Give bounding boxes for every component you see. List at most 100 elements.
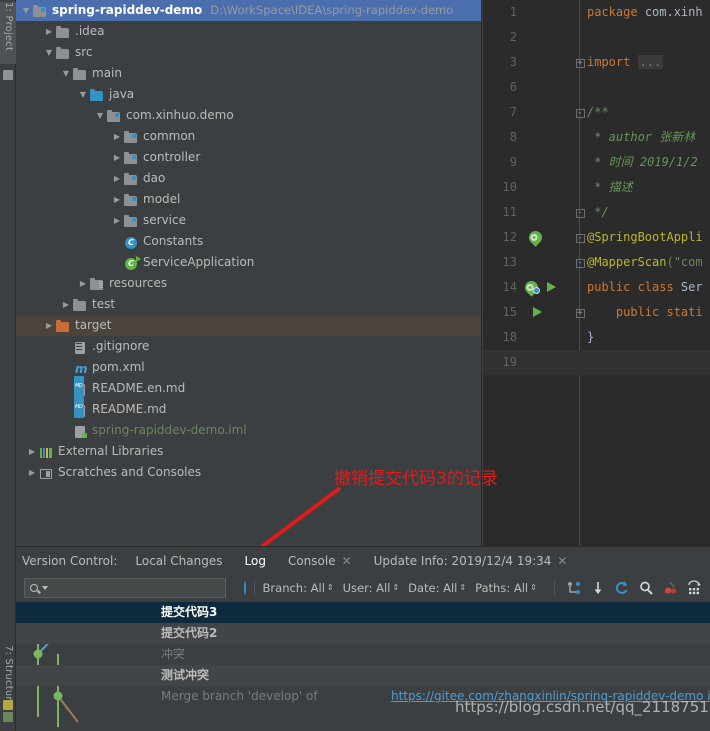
line-number: 9 [509, 155, 517, 169]
fold-toggle-icon[interactable]: + [575, 58, 585, 68]
fold-toggle-icon[interactable]: - [575, 258, 585, 268]
code-token: package [587, 5, 638, 19]
commit-row-partial[interactable] [16, 707, 710, 728]
fold-column: + [573, 50, 587, 75]
tree-row-gitignore[interactable]: · .gitignore [16, 336, 481, 357]
tab-log[interactable]: Log [245, 554, 266, 568]
code-token: public stati [587, 305, 703, 319]
tool-tab-project[interactable]: 1: Project [0, 2, 16, 64]
spacer: · [111, 252, 123, 273]
filter-paths[interactable]: Paths: All ⇕ [475, 581, 537, 595]
tree-row-dao[interactable]: ▶ dao [16, 168, 481, 189]
chevron-right-icon[interactable]: ▶ [43, 315, 55, 336]
tree-row-idea[interactable]: ▶ .idea [16, 21, 481, 42]
commit-row[interactable]: 提交代码2 [16, 623, 710, 644]
chevron-down-icon[interactable]: ▼ [77, 84, 89, 105]
chevron-right-icon[interactable]: ▶ [111, 168, 123, 189]
commit-link[interactable]: https://gitee.com/zhangxinlin/spring-rap… [391, 686, 710, 707]
filter-user[interactable]: User: All ⇕ [343, 581, 400, 595]
tree-row-com-xinhuo-demo[interactable]: ▼ com.xinhuo.demo [16, 105, 481, 126]
tab-update-info[interactable]: Update Info: 2019/12/4 19:34 ✕ [374, 554, 568, 568]
editor-line-10: 10 * 描述 [483, 175, 710, 200]
chevron-right-icon[interactable]: ▶ [77, 273, 89, 294]
run-icon[interactable] [533, 307, 542, 317]
chevron-down-icon[interactable] [42, 586, 48, 590]
tree-row-readme-en-md[interactable]: · README.en.md [16, 375, 481, 399]
filter-branch[interactable]: Branch: All ⇕ [263, 581, 334, 595]
fetch-down-arrow-icon[interactable] [590, 580, 606, 596]
line-number: 15 [502, 305, 517, 319]
chevron-down-icon[interactable]: ▼ [43, 42, 55, 63]
fold-toggle-icon[interactable]: - [575, 233, 585, 243]
left-tool-strip: 1: Project 7: Structure [0, 0, 16, 731]
search-icon[interactable] [638, 580, 654, 596]
class-marker-icon [533, 287, 540, 294]
search-input[interactable] [24, 578, 226, 598]
build-icon[interactable] [3, 700, 13, 710]
fold-column: - [573, 200, 587, 225]
chevron-right-icon[interactable]: ▶ [26, 441, 38, 462]
tree-row-target[interactable]: ▶ target [16, 315, 481, 336]
tree-row-java[interactable]: ▼ java [16, 84, 481, 105]
fold-toggle-icon[interactable]: + [575, 308, 585, 318]
commit-row[interactable]: 冲突 [16, 644, 710, 665]
vcs-tab-bar: Version Control: Local Changes Log Conso… [16, 547, 710, 574]
chevron-down-icon[interactable]: ▼ [20, 0, 32, 21]
commit-link-anchor[interactable]: https://gitee.com/zhangxinlin/spring-rap… [391, 689, 710, 703]
tree-row-test[interactable]: ▶ test [16, 294, 481, 315]
refresh-icon[interactable] [614, 580, 630, 596]
chevron-right-icon[interactable]: ▶ [111, 147, 123, 168]
chevron-right-icon[interactable]: ▶ [60, 294, 72, 315]
git-log-list[interactable]: 提交代码3 提交代码2 冲突 测试冲突 Merge branch 'develop' o… [16, 602, 710, 731]
close-icon[interactable]: ✕ [557, 554, 567, 568]
gutter-icons [521, 150, 571, 175]
chevron-right-icon[interactable]: ▶ [111, 189, 123, 210]
folder-orange [55, 319, 71, 333]
commit-row[interactable]: 提交代码3 [16, 602, 710, 623]
chevron-down-icon[interactable]: ▼ [94, 105, 106, 126]
search-text-field[interactable] [50, 582, 220, 594]
commit-row[interactable]: 测试冲突 [16, 665, 710, 686]
chevron-right-icon[interactable]: ▶ [26, 462, 38, 483]
show-details-icon[interactable] [686, 580, 702, 596]
tree-row-spring-rapiddev-demo-iml[interactable]: · spring-rapiddev-demo.iml [16, 420, 481, 441]
tree-row-external-libraries[interactable]: ▶ External Libraries [16, 441, 481, 462]
filter-date[interactable]: Date: All ⇕ [408, 581, 466, 595]
tree-row-root[interactable]: ▼ spring-rapiddev-demo D:\WorkSpace\IDEA… [16, 0, 481, 21]
tree-row-controller[interactable]: ▶ controller [16, 147, 481, 168]
terminal-icon[interactable] [3, 712, 13, 722]
fold-toggle-icon[interactable]: - [575, 208, 585, 218]
tree-row-serviceapplication[interactable]: ·CServiceApplication [16, 252, 481, 273]
tree-row-constants[interactable]: ·C Constants [16, 231, 481, 252]
class-icon: C [123, 235, 139, 249]
gear-icon[interactable] [244, 581, 256, 595]
code-editor[interactable]: 1 package com.xinh 2 3 + import ... 6 7-/** 8 * … [483, 0, 710, 546]
code-token: ... [637, 55, 664, 69]
commit-row[interactable]: Merge branch 'develop' of https://gitee.… [16, 686, 710, 707]
tree-row-main[interactable]: ▼ main [16, 63, 481, 84]
tree-row-resources[interactable]: ▶ resources [16, 273, 481, 294]
tree-row-common[interactable]: ▶ common [16, 126, 481, 147]
chevron-right-icon[interactable]: ▶ [111, 126, 123, 147]
tab-console[interactable]: Console ✕ [288, 554, 352, 568]
chevron-down-icon[interactable]: ▼ [60, 63, 72, 84]
fold-toggle-icon[interactable]: - [575, 108, 585, 118]
cherry-pick-icon[interactable] [662, 580, 678, 596]
code-text: * author 张新林 [587, 125, 695, 150]
tree-row-pom-xml[interactable]: ·m pom.xml [16, 357, 481, 378]
tree-row-model[interactable]: ▶ model [16, 189, 481, 210]
chevron-right-icon[interactable]: ▶ [43, 21, 55, 42]
branch-graph-icon[interactable] [566, 580, 582, 596]
run-icon[interactable] [547, 282, 556, 292]
spring-bean-icon[interactable] [526, 228, 545, 247]
editor-line-13: 13 - @MapperScan("com [483, 250, 710, 275]
tree-row-service[interactable]: ▶ service [16, 210, 481, 231]
close-icon[interactable]: ✕ [342, 554, 352, 568]
line-number: 14 [502, 280, 517, 294]
folder-package [123, 193, 139, 207]
favorites-icon[interactable] [3, 70, 13, 80]
chevron-right-icon[interactable]: ▶ [111, 210, 123, 231]
tree-row-src[interactable]: ▼ src [16, 42, 481, 63]
tab-local-changes[interactable]: Local Changes [135, 554, 222, 568]
tree-row-readme-md[interactable]: · README.md [16, 396, 481, 420]
